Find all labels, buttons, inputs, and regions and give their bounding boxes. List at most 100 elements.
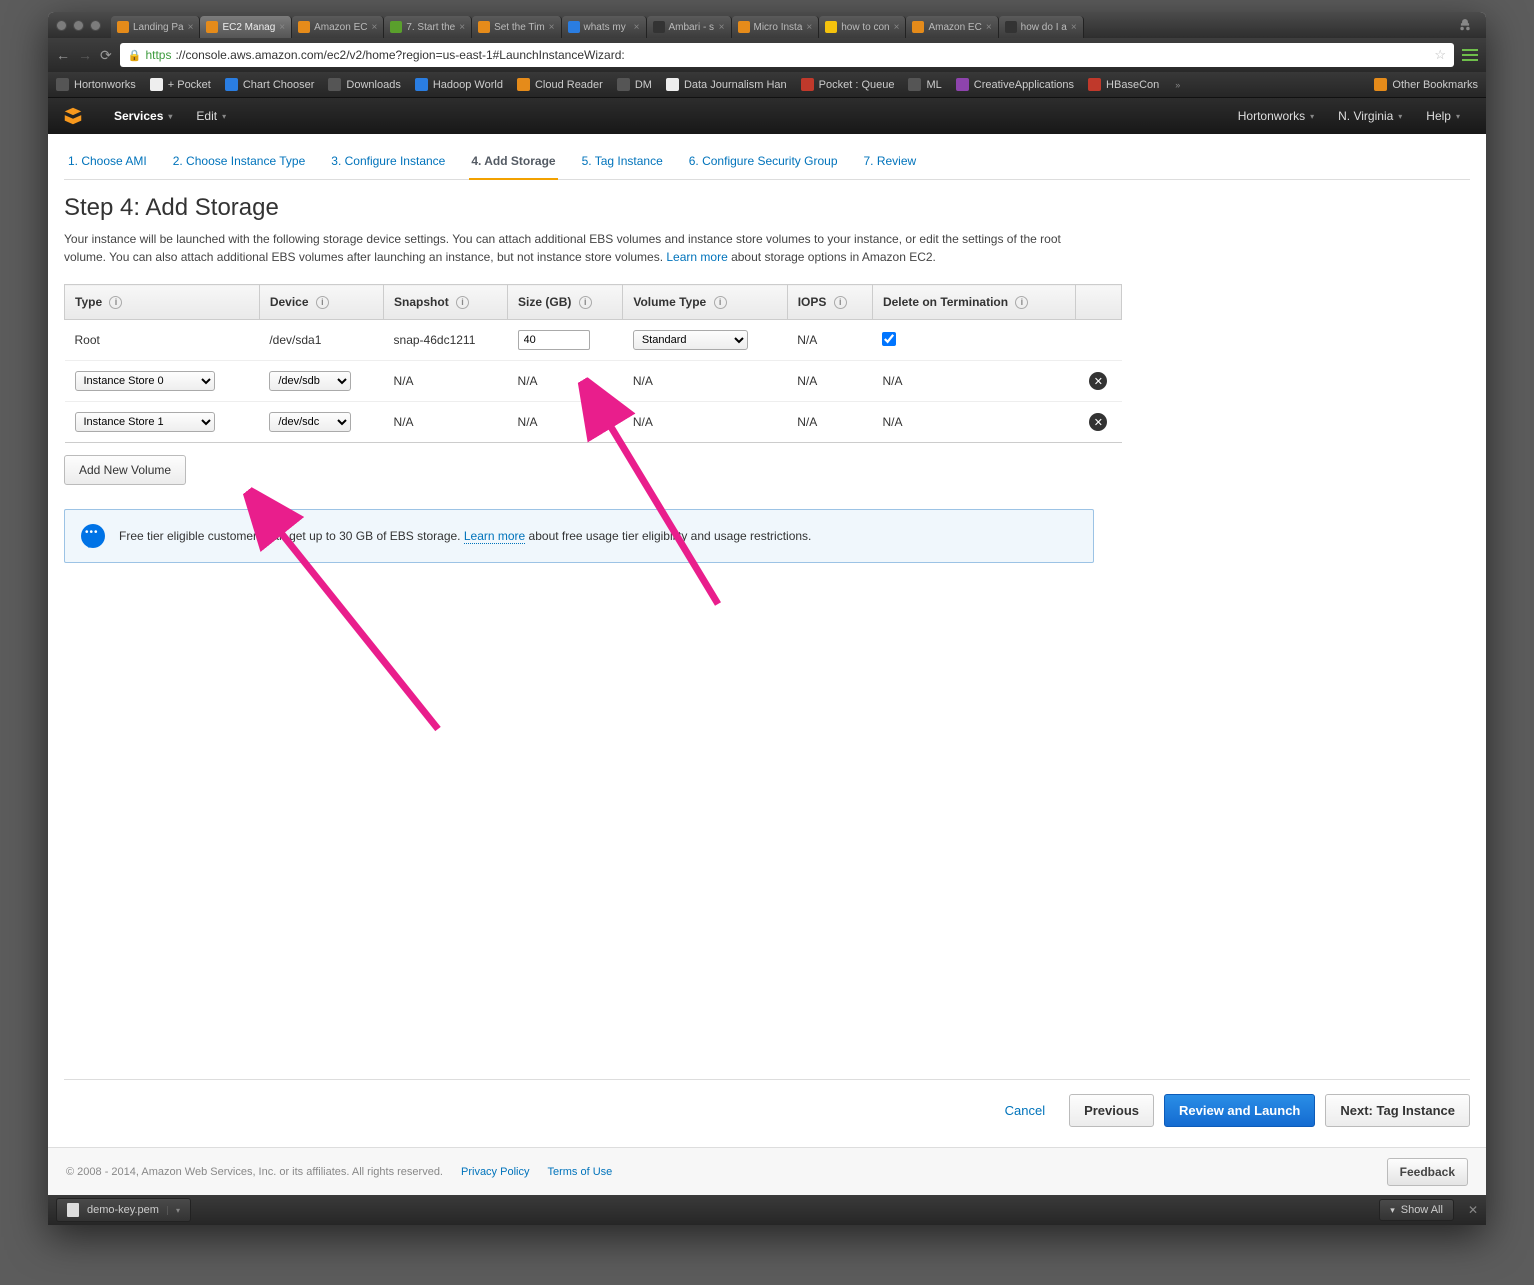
type-select[interactable]: Instance Store 0 (75, 371, 215, 391)
info-icon[interactable]: i (579, 296, 592, 309)
size-input[interactable] (518, 330, 590, 350)
browser-tab[interactable]: Amazon EC× (906, 16, 998, 38)
device-select[interactable]: /dev/sdb (269, 371, 351, 391)
close-tab-icon[interactable]: × (188, 22, 194, 33)
bookmark-item[interactable]: Pocket : Queue (801, 78, 895, 91)
region-menu[interactable]: N. Virginia▾ (1326, 109, 1414, 123)
forward-button[interactable]: → (78, 47, 92, 63)
help-menu[interactable]: Help▾ (1414, 109, 1472, 123)
info-icon[interactable]: i (456, 296, 469, 309)
remove-row-icon[interactable]: ✕ (1089, 372, 1107, 390)
close-tab-icon[interactable]: × (894, 22, 900, 33)
storage-table: Type iDevice iSnapshot iSize (GB) iVolum… (64, 284, 1122, 443)
bookmark-label: Cloud Reader (535, 79, 603, 91)
favicon-icon (298, 21, 310, 33)
reload-button[interactable]: ⟳ (100, 47, 112, 64)
aws-console-header: Services▾ Edit▾ Hortonworks▾ N. Virginia… (48, 98, 1486, 134)
bookmarks-overflow[interactable]: » (1173, 80, 1180, 90)
page-description: Your instance will be launched with the … (64, 230, 1104, 266)
info-icon[interactable]: i (109, 296, 122, 309)
bookmark-item[interactable]: Chart Chooser (225, 78, 315, 91)
download-menu-chevron-icon[interactable]: ▾ (167, 1206, 180, 1215)
close-tab-icon[interactable]: × (549, 22, 555, 33)
browser-tab[interactable]: Set the Tim× (472, 16, 561, 38)
bookmark-favicon-icon (150, 78, 163, 91)
aws-logo-icon[interactable] (62, 105, 84, 127)
privacy-link[interactable]: Privacy Policy (461, 1166, 529, 1178)
close-tab-icon[interactable]: × (986, 22, 992, 33)
other-bookmarks[interactable]: Other Bookmarks (1374, 78, 1478, 91)
feedback-button[interactable]: Feedback (1387, 1158, 1468, 1186)
remove-row-icon[interactable]: ✕ (1089, 413, 1107, 431)
traffic-lights[interactable] (56, 20, 101, 31)
legal-footer: © 2008 - 2014, Amazon Web Services, Inc.… (48, 1147, 1486, 1195)
info-icon[interactable]: i (834, 296, 847, 309)
review-launch-button[interactable]: Review and Launch (1164, 1094, 1315, 1127)
bookmark-item[interactable]: Data Journalism Han (666, 78, 787, 91)
cancel-button[interactable]: Cancel (991, 1095, 1059, 1126)
download-item[interactable]: demo-key.pem ▾ (56, 1198, 191, 1222)
bookmark-item[interactable]: Downloads (328, 78, 400, 91)
close-tab-icon[interactable]: × (1071, 22, 1077, 33)
tab-label: how to con (841, 22, 889, 33)
type-select[interactable]: Instance Store 1 (75, 412, 215, 432)
edit-menu[interactable]: Edit▾ (184, 109, 238, 123)
browser-tab[interactable]: Ambari - s× (647, 16, 732, 38)
browser-tab[interactable]: how do I a × (999, 16, 1084, 38)
browser-tab[interactable]: how to con × (819, 16, 906, 38)
volume-type-select[interactable]: Standard (633, 330, 748, 350)
info-icon[interactable]: i (714, 296, 727, 309)
account-menu[interactable]: Hortonworks▾ (1226, 109, 1326, 123)
wizard-step[interactable]: 3. Configure Instance (329, 148, 447, 179)
url-bar[interactable]: 🔒 https://console.aws.amazon.com/ec2/v2/… (120, 43, 1454, 67)
notice-learn-more-link[interactable]: Learn more (464, 529, 525, 544)
favicon-icon (825, 21, 837, 33)
info-icon[interactable]: i (316, 296, 329, 309)
browser-tab[interactable]: whats my× (562, 16, 647, 38)
close-tab-icon[interactable]: × (371, 22, 377, 33)
info-icon[interactable]: i (1015, 296, 1028, 309)
bookmark-item[interactable]: Hadoop World (415, 78, 503, 91)
services-menu[interactable]: Services▾ (102, 109, 184, 123)
close-tab-icon[interactable]: × (279, 22, 285, 33)
delete-on-termination-checkbox[interactable] (882, 332, 896, 346)
bookmark-item[interactable]: Cloud Reader (517, 78, 603, 91)
wizard-step[interactable]: 7. Review (862, 148, 919, 179)
bookmark-item[interactable]: DM (617, 78, 652, 91)
bookmark-item[interactable]: ML (908, 78, 941, 91)
bookmark-favicon-icon (225, 78, 238, 91)
close-tab-icon[interactable]: × (459, 22, 465, 33)
chrome-menu-icon[interactable] (1462, 49, 1478, 61)
previous-button[interactable]: Previous (1069, 1094, 1154, 1127)
bookmark-item[interactable]: Hortonworks (56, 78, 136, 91)
wizard-step[interactable]: 2. Choose Instance Type (171, 148, 308, 179)
browser-tab[interactable]: EC2 Manag× (200, 16, 292, 38)
wizard-step[interactable]: 4. Add Storage (469, 148, 557, 180)
terms-link[interactable]: Terms of Use (547, 1166, 612, 1178)
browser-tab[interactable]: Amazon EC× (292, 16, 384, 38)
show-all-downloads-button[interactable]: ▾Show All (1379, 1199, 1454, 1221)
device-select[interactable]: /dev/sdc (269, 412, 351, 432)
wizard-step[interactable]: 5. Tag Instance (580, 148, 665, 179)
bookmark-item[interactable]: HBaseCon (1088, 78, 1159, 91)
wizard-step[interactable]: 6. Configure Security Group (687, 148, 840, 179)
tab-label: how do I a (1021, 22, 1067, 33)
back-button[interactable]: ← (56, 47, 70, 63)
wizard-step[interactable]: 1. Choose AMI (66, 148, 149, 179)
bookmark-star-icon[interactable]: ☆ (1434, 47, 1446, 63)
learn-more-link[interactable]: Learn more (666, 250, 727, 264)
add-new-volume-button[interactable]: Add New Volume (64, 455, 186, 485)
bookmark-item[interactable]: + Pocket (150, 78, 211, 91)
browser-tab[interactable]: Micro Insta× (732, 16, 820, 38)
close-tab-icon[interactable]: × (634, 22, 640, 33)
bookmark-item[interactable]: CreativeApplications (956, 78, 1074, 91)
close-downloads-bar-icon[interactable]: ✕ (1468, 1203, 1478, 1217)
bookmark-favicon-icon (517, 78, 530, 91)
close-tab-icon[interactable]: × (806, 22, 812, 33)
next-button[interactable]: Next: Tag Instance (1325, 1094, 1470, 1127)
volume-type-cell: N/A (623, 402, 787, 443)
browser-tab[interactable]: 7. Start the× (384, 16, 472, 38)
browser-tab[interactable]: Landing Pa× (111, 16, 200, 38)
delete-cell: N/A (872, 361, 1075, 402)
close-tab-icon[interactable]: × (719, 22, 725, 33)
